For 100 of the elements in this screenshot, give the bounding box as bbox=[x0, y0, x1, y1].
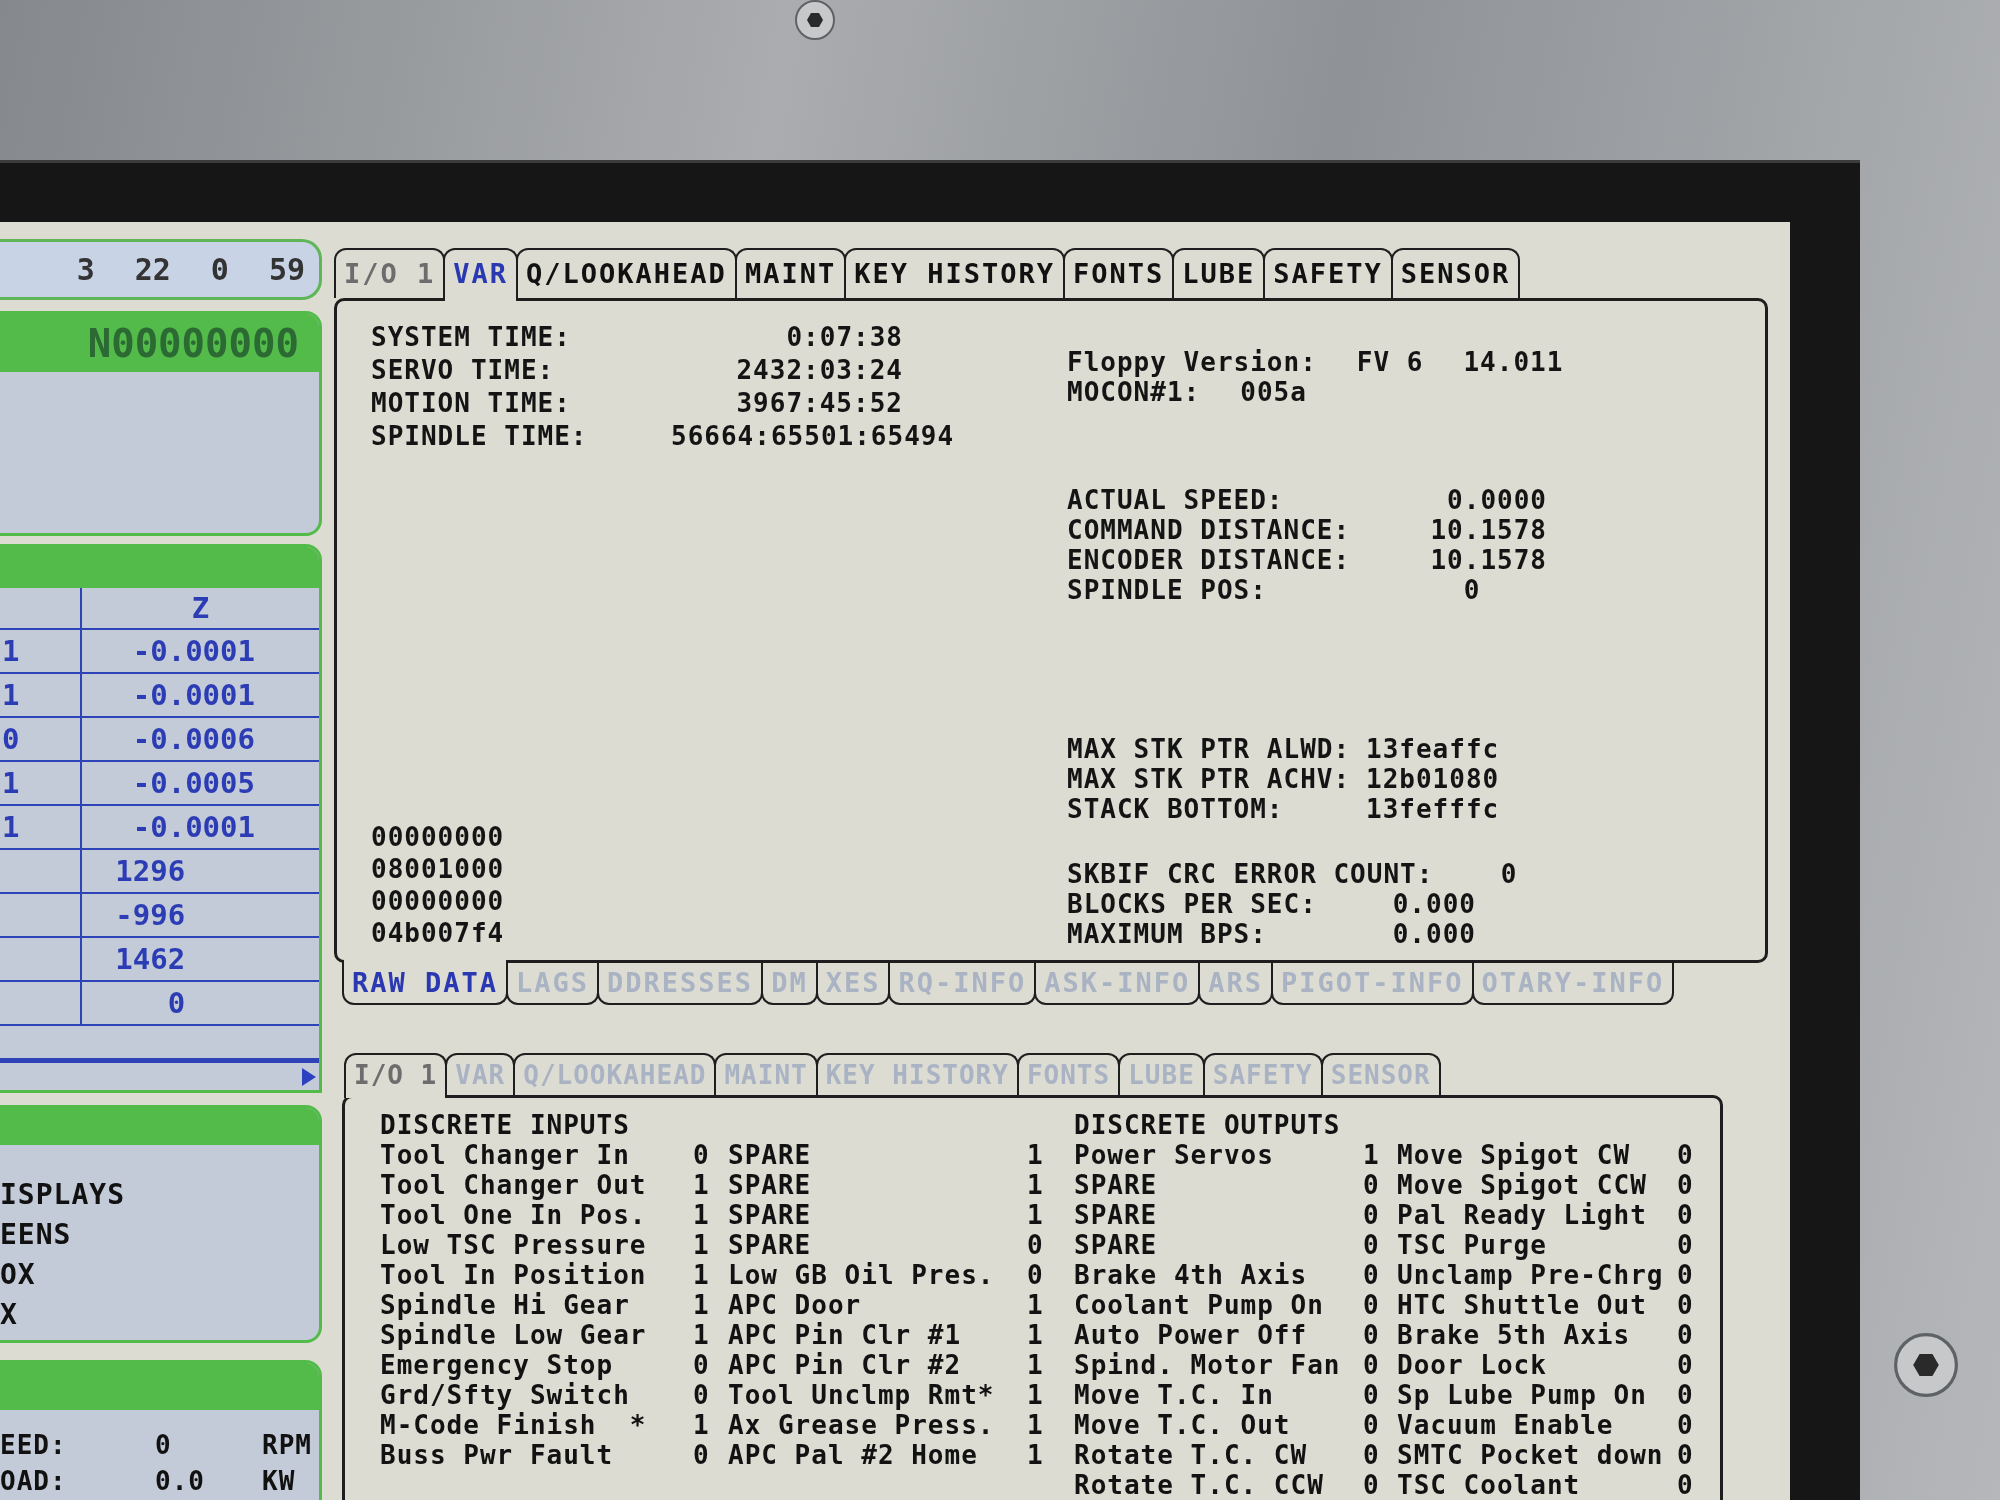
signal-name: M-Code Finish * bbox=[380, 1410, 647, 1440]
table-cell: 0 bbox=[0, 718, 82, 762]
signal-value: 0 bbox=[693, 1380, 710, 1410]
table-cell: -996 bbox=[82, 894, 319, 938]
section-title: DISCRETE INPUTS bbox=[380, 1110, 630, 1140]
signal-name: Tool One In Pos. bbox=[380, 1200, 647, 1230]
field-value: 0.0000 bbox=[1446, 485, 1547, 515]
field-value: 0 bbox=[1462, 575, 1482, 605]
signal-value: 0 bbox=[1677, 1170, 1694, 1200]
field-label: SPINDLE TIME: bbox=[371, 420, 589, 453]
signal-name: HTC Shuttle Out bbox=[1397, 1290, 1647, 1320]
screw-icon bbox=[1894, 1333, 1958, 1397]
signal-name: APC Pal #2 Home bbox=[728, 1440, 978, 1470]
signal-value: 0 bbox=[1677, 1260, 1694, 1290]
tab[interactable]: I/O 1 bbox=[334, 248, 446, 298]
signal-name: TSC Coolant bbox=[1397, 1470, 1581, 1500]
signal-value: 1 bbox=[693, 1410, 710, 1440]
field-value: 56664:65501:65494 bbox=[671, 420, 955, 453]
table-cell: 1 bbox=[0, 674, 82, 718]
signal-value: 0 bbox=[1363, 1470, 1380, 1500]
menu-item[interactable]: X bbox=[0, 1295, 18, 1335]
menu-item[interactable]: EENS bbox=[0, 1215, 72, 1255]
signal-value: 0 bbox=[1677, 1290, 1694, 1320]
tab[interactable]: SENSOR bbox=[1390, 248, 1521, 298]
tab[interactable]: RAW DATA bbox=[342, 960, 509, 1005]
tab[interactable]: VAR bbox=[443, 248, 519, 301]
field-value: 10.1578 bbox=[1429, 515, 1547, 545]
field-label: MOTION TIME: bbox=[371, 387, 572, 420]
signal-value: 1 bbox=[693, 1200, 710, 1230]
signal-name: Tool Changer Out bbox=[380, 1170, 647, 1200]
signal-value: 0 bbox=[1677, 1200, 1694, 1230]
signal-value: 1 bbox=[693, 1260, 710, 1290]
table-cell: 1 bbox=[0, 630, 82, 674]
counter-value: 0 bbox=[210, 252, 229, 287]
signal-name: Sp Lube Pump On bbox=[1397, 1380, 1647, 1410]
signal-value: 0 bbox=[1677, 1230, 1694, 1260]
signal-value: 0 bbox=[693, 1140, 710, 1170]
signal-name: Emergency Stop bbox=[380, 1350, 614, 1380]
signal-value: 0 bbox=[1027, 1230, 1044, 1260]
table-cell: 0 bbox=[82, 982, 319, 1026]
signal-value: 0 bbox=[1027, 1260, 1044, 1290]
signal-value: 0 bbox=[1363, 1230, 1380, 1260]
readout-value: 0.0 bbox=[155, 1466, 205, 1496]
signal-name: TSC Purge bbox=[1397, 1230, 1547, 1260]
table-cell: 1 bbox=[0, 806, 82, 850]
field-label: SPINDLE POS: bbox=[1067, 575, 1268, 605]
signal-value: 1 bbox=[1027, 1320, 1044, 1350]
signal-name: Low TSC Pressure bbox=[380, 1230, 647, 1260]
signal-name: Spindle Hi Gear bbox=[380, 1290, 630, 1320]
signal-value: 1 bbox=[1027, 1410, 1044, 1440]
field-label: SYSTEM TIME: bbox=[371, 321, 572, 354]
signal-name: SPARE bbox=[728, 1200, 812, 1230]
hex-value: 00000000 bbox=[371, 885, 505, 917]
block-number: N00000000 bbox=[87, 320, 299, 366]
signal-name: Buss Pwr Fault bbox=[380, 1440, 614, 1470]
hex-value: 04b007f4 bbox=[371, 917, 505, 949]
scroll-arrow-icon[interactable] bbox=[302, 1067, 316, 1086]
menu-item[interactable]: ISPLAYS bbox=[0, 1175, 125, 1215]
signal-name: Brake 5th Axis bbox=[1397, 1320, 1631, 1350]
signal-name: Auto Power Off bbox=[1074, 1320, 1308, 1350]
field-value: 0:07:38 bbox=[785, 321, 903, 354]
column-header: Z bbox=[82, 588, 319, 630]
signal-name: APC Pin Clr #1 bbox=[728, 1320, 962, 1350]
counter-value: 59 bbox=[268, 252, 305, 287]
signal-value: 0 bbox=[1363, 1290, 1380, 1320]
field-value: 0 bbox=[1499, 859, 1518, 889]
field-value: 2432:03:24 bbox=[735, 354, 903, 387]
table-cell: 1 bbox=[0, 762, 82, 806]
field-value: 0.000 bbox=[1392, 919, 1476, 949]
signal-name: SPARE bbox=[1074, 1170, 1158, 1200]
signal-value: 0 bbox=[1677, 1470, 1694, 1500]
field-value: 14.011 bbox=[1463, 347, 1564, 377]
menu-item[interactable]: OX bbox=[0, 1255, 36, 1295]
signal-name: Move Spigot CCW bbox=[1397, 1170, 1647, 1200]
readout-unit: KW bbox=[262, 1466, 296, 1496]
field-label: SERVO TIME: bbox=[371, 354, 556, 387]
counter-value: 22 bbox=[134, 252, 171, 287]
signal-value: 0 bbox=[1363, 1170, 1380, 1200]
signal-value: 0 bbox=[1677, 1380, 1694, 1410]
signal-name: Pal Ready Light bbox=[1397, 1200, 1647, 1230]
signal-name: Unclamp Pre-Chrg bbox=[1397, 1260, 1664, 1290]
hex-value: 00000000 bbox=[371, 821, 505, 853]
screw-icon bbox=[795, 0, 835, 40]
signal-name: SPARE bbox=[728, 1230, 812, 1260]
table-cell: 1462 bbox=[82, 938, 319, 982]
signal-value: 1 bbox=[693, 1170, 710, 1200]
field-label: SKBIF CRC ERROR COUNT: bbox=[1067, 859, 1434, 889]
signal-value: 1 bbox=[1027, 1440, 1044, 1470]
tab[interactable]: I/O 1 bbox=[344, 1053, 448, 1098]
signal-name: Rotate T.C. CW bbox=[1074, 1440, 1308, 1470]
readout-label: EED: bbox=[0, 1430, 67, 1460]
signal-name: SPARE bbox=[728, 1140, 812, 1170]
field-value: 12b01080 bbox=[1366, 764, 1500, 794]
field-label: BLOCKS PER SEC: bbox=[1067, 889, 1318, 919]
signal-value: 0 bbox=[1363, 1380, 1380, 1410]
signal-name: Coolant Pump On bbox=[1074, 1290, 1324, 1320]
signal-value: 1 bbox=[1363, 1140, 1380, 1170]
field-value: 3967:45:52 bbox=[735, 387, 903, 420]
signal-value: 0 bbox=[1677, 1320, 1694, 1350]
field-label: MAX STK PTR ALWD: bbox=[1067, 734, 1352, 764]
